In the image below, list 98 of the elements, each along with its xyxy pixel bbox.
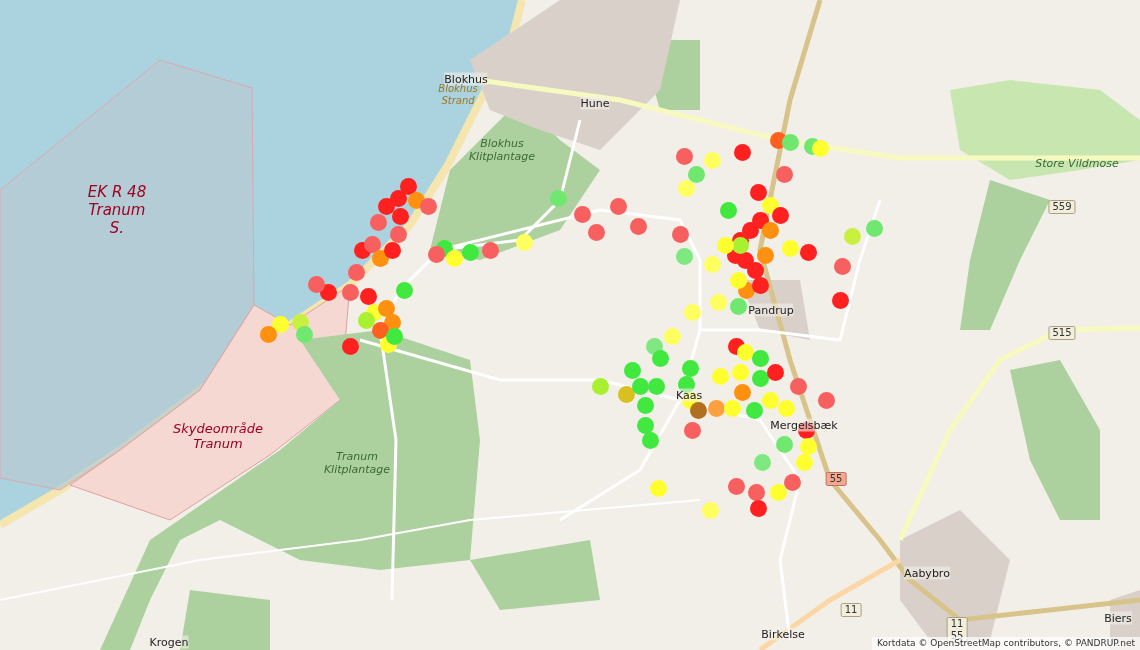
- map-marker[interactable]: [610, 198, 627, 215]
- map-marker[interactable]: [384, 242, 401, 259]
- map-marker[interactable]: [358, 312, 375, 329]
- map-marker[interactable]: [800, 244, 817, 261]
- map-marker[interactable]: [750, 500, 767, 517]
- place-label: Skydeområde Tranum: [172, 421, 264, 451]
- map-marker[interactable]: [762, 392, 779, 409]
- map-marker[interactable]: [648, 378, 665, 395]
- map-marker[interactable]: [778, 400, 795, 417]
- map-marker[interactable]: [767, 364, 784, 381]
- map-marker[interactable]: [730, 272, 747, 289]
- map-marker[interactable]: [708, 400, 725, 417]
- map-marker[interactable]: [770, 484, 787, 501]
- map-marker[interactable]: [796, 454, 813, 471]
- map-marker[interactable]: [678, 376, 695, 393]
- map-marker[interactable]: [730, 298, 747, 315]
- map-marker[interactable]: [844, 228, 861, 245]
- map-marker[interactable]: [462, 244, 479, 261]
- map-marker[interactable]: [704, 152, 721, 169]
- place-label: Krogen: [149, 635, 189, 649]
- road-number-shield: 11: [840, 603, 862, 617]
- place-label: EK R 48 Tranum S.: [86, 183, 148, 237]
- map-marker[interactable]: [650, 480, 667, 497]
- place-label: Kaas: [675, 388, 703, 402]
- place-label: Biers: [1104, 611, 1132, 625]
- map-marker[interactable]: [754, 454, 771, 471]
- map-marker[interactable]: [678, 180, 695, 197]
- map-marker[interactable]: [702, 502, 719, 519]
- road-number-shield: 515: [1048, 326, 1076, 340]
- map-marker[interactable]: [428, 246, 445, 263]
- map-marker[interactable]: [712, 368, 729, 385]
- map-marker[interactable]: [588, 224, 605, 241]
- place-label: Blokhus Klitplantage: [467, 137, 537, 163]
- map-marker[interactable]: [710, 294, 727, 311]
- map-marker[interactable]: [652, 350, 669, 367]
- map-marker[interactable]: [704, 256, 721, 273]
- map-marker[interactable]: [637, 397, 654, 414]
- road-number-shield: 55: [825, 472, 847, 486]
- map-marker[interactable]: [734, 384, 751, 401]
- map-marker[interactable]: [574, 206, 591, 223]
- map-marker[interactable]: [832, 292, 849, 309]
- map-marker[interactable]: [682, 360, 699, 377]
- map-marker[interactable]: [676, 248, 693, 265]
- map-marker[interactable]: [734, 144, 751, 161]
- place-label: Hune: [580, 96, 610, 110]
- map-marker[interactable]: [748, 484, 765, 501]
- map-marker[interactable]: [772, 207, 789, 224]
- map-marker[interactable]: [818, 392, 835, 409]
- map-marker[interactable]: [866, 220, 883, 237]
- map-marker[interactable]: [342, 284, 359, 301]
- place-label: Pandrup: [748, 303, 794, 317]
- map-marker[interactable]: [746, 402, 763, 419]
- map-marker[interactable]: [676, 148, 693, 165]
- map-marker[interactable]: [592, 378, 609, 395]
- map-marker[interactable]: [750, 184, 767, 201]
- map-marker[interactable]: [396, 282, 413, 299]
- map-marker[interactable]: [737, 344, 754, 361]
- place-label: Birkelse: [761, 627, 805, 641]
- map-marker[interactable]: [776, 436, 793, 453]
- map-marker[interactable]: [732, 364, 749, 381]
- map-marker[interactable]: [776, 166, 793, 183]
- map-marker[interactable]: [642, 432, 659, 449]
- place-label: Aabybro: [904, 566, 950, 580]
- place-label: Tranum Klitplantage: [322, 450, 392, 476]
- map-marker[interactable]: [688, 166, 705, 183]
- map-marker[interactable]: [790, 378, 807, 395]
- map-marker[interactable]: [684, 304, 701, 321]
- map-marker[interactable]: [812, 140, 829, 157]
- place-label: Blokhus Strand: [437, 83, 479, 107]
- map-marker[interactable]: [724, 400, 741, 417]
- map-marker[interactable]: [618, 386, 635, 403]
- map-marker[interactable]: [717, 237, 734, 254]
- map-marker[interactable]: [690, 402, 707, 419]
- map-marker[interactable]: [800, 438, 817, 455]
- map-marker[interactable]: [632, 378, 649, 395]
- map-marker[interactable]: [720, 202, 737, 219]
- map-marker[interactable]: [784, 474, 801, 491]
- map-marker[interactable]: [834, 258, 851, 275]
- map-marker[interactable]: [624, 362, 641, 379]
- map-marker[interactable]: [420, 198, 437, 215]
- map-marker[interactable]: [446, 250, 463, 267]
- map-marker[interactable]: [757, 247, 774, 264]
- map-marker[interactable]: [637, 417, 654, 434]
- map-marker[interactable]: [390, 226, 407, 243]
- map-marker[interactable]: [672, 226, 689, 243]
- map-marker[interactable]: [728, 478, 745, 495]
- map-marker[interactable]: [664, 328, 681, 345]
- map-marker[interactable]: [782, 240, 799, 257]
- map-marker[interactable]: [782, 134, 799, 151]
- map-marker[interactable]: [684, 422, 701, 439]
- map-marker[interactable]: [752, 350, 769, 367]
- place-label: Mergelsbæk: [770, 418, 838, 432]
- map-marker[interactable]: [630, 218, 647, 235]
- map-marker[interactable]: [360, 288, 377, 305]
- map-marker[interactable]: [516, 234, 533, 251]
- map-marker[interactable]: [752, 370, 769, 387]
- place-label: Store Vildmose: [1035, 156, 1119, 170]
- road-number-shield: 559: [1048, 200, 1076, 214]
